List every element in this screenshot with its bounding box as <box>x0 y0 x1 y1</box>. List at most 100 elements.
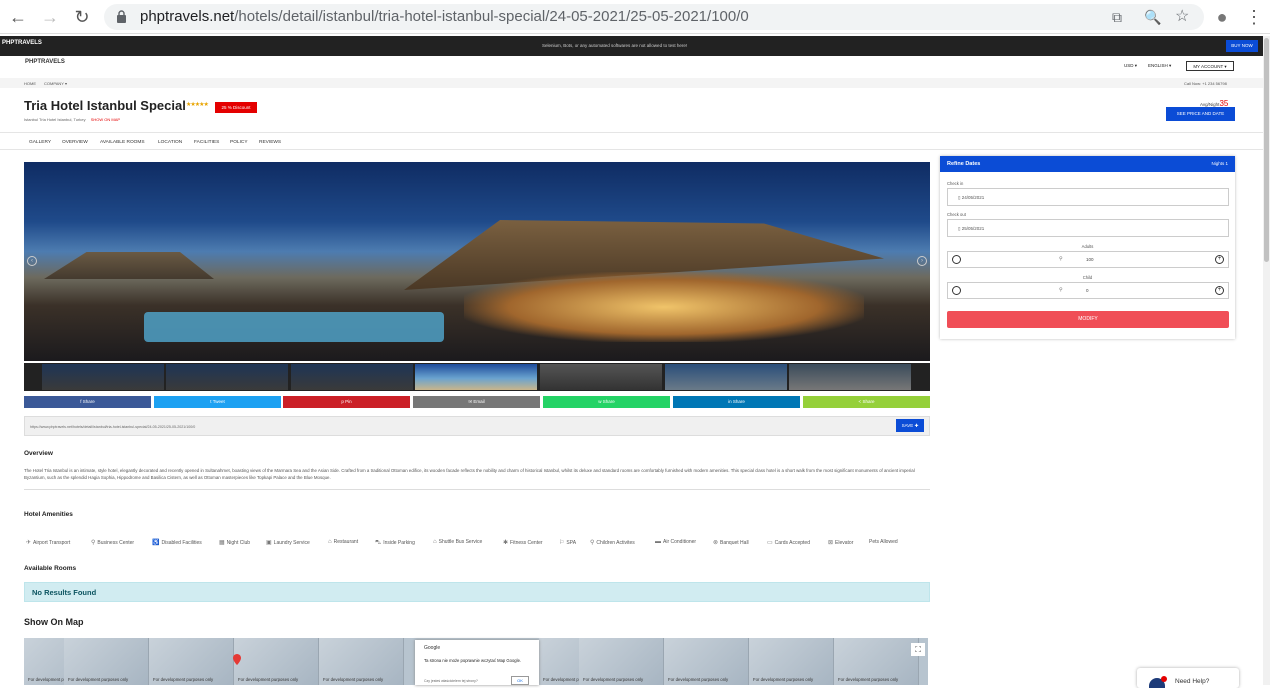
my-account-dropdown[interactable]: MY ACCOUNT ▾ <box>1186 61 1234 71</box>
show-on-map-link[interactable]: SHOW ON MAP <box>91 117 120 122</box>
amenity-laundry-service: ▣ Laundry Service <box>266 539 310 546</box>
share-email-button[interactable]: ✉ Email <box>413 396 540 408</box>
see-price-button[interactable]: SEE PRICE AND DATE <box>1166 107 1235 121</box>
nights-count: Nights 1 <box>1211 161 1228 166</box>
gallery-thumbnail-active[interactable] <box>415 364 537 390</box>
child-plus-button[interactable]: + <box>1215 286 1224 295</box>
share-pinterest-button[interactable]: p Pin <box>283 396 410 408</box>
gallery-thumbnail[interactable] <box>291 364 413 390</box>
adults-value[interactable]: 100 <box>1086 257 1094 262</box>
nav-home[interactable]: HOME <box>24 81 36 86</box>
facebook-icon: f <box>80 399 82 404</box>
currency-dropdown[interactable]: USD ▾ <box>1124 63 1137 69</box>
child-value[interactable]: 0 <box>1086 288 1089 293</box>
share-label: Share <box>82 399 95 404</box>
modify-button[interactable]: MODIFY <box>947 311 1229 328</box>
hotel-name: Tria Hotel Istanbul Special <box>24 98 186 113</box>
buy-now-button[interactable]: BUY NOW <box>1226 40 1258 52</box>
amenity-business-center: ⚲ Business Center <box>91 539 134 546</box>
gallery-thumbnail[interactable] <box>42 364 164 390</box>
map-tile: For development purposes only <box>749 638 834 685</box>
scrollbar-thumb[interactable] <box>1264 38 1269 262</box>
gallery-thumbnail[interactable] <box>789 364 911 390</box>
dialog-ok-button[interactable]: OK <box>511 676 529 685</box>
tab-location[interactable]: LOCATION <box>158 140 182 145</box>
overview-heading: Overview <box>24 450 53 457</box>
amenity-label: Laundry Service <box>273 540 310 546</box>
nav-company[interactable]: COMPANY ▾ <box>44 81 67 86</box>
share-whatsapp-button[interactable]: w Share <box>543 396 670 408</box>
share-label: Tweet <box>212 399 225 404</box>
amenity-label: Inside Parking <box>383 540 415 546</box>
adults-plus-button[interactable]: + <box>1215 255 1224 264</box>
tab-policy[interactable]: POLICY <box>230 140 248 145</box>
address-bar[interactable]: phptravels.net/hotels/detail/istanbul/tr… <box>104 4 1204 30</box>
share-generic-button[interactable]: < Share <box>803 396 930 408</box>
adults-minus-button[interactable] <box>952 255 961 264</box>
need-help-widget[interactable]: Need Help? <box>1137 668 1239 688</box>
gallery-prev-icon[interactable]: ‹ <box>27 256 37 266</box>
save-button[interactable]: SAVE ✚ <box>896 419 924 432</box>
share-facebook-button[interactable]: f Share <box>24 396 151 408</box>
url-path: /hotels/detail/istanbul/tria-hotel-istan… <box>234 8 749 25</box>
tab-overview[interactable]: OVERVIEW <box>62 140 88 145</box>
map-tile: For development purposes only <box>149 638 234 685</box>
back-button[interactable]: ← <box>8 7 28 27</box>
tab-reviews[interactable]: REVIEWS <box>259 140 281 145</box>
google-maps-error-dialog: Google Ta strona nie może poprawnie wczy… <box>415 640 539 685</box>
amenity-label: Children Activites <box>596 540 635 546</box>
no-results-alert: No Results Found <box>24 582 930 602</box>
parking-icon: ⛍ <box>375 540 382 546</box>
reload-button[interactable]: ↻ <box>72 7 92 27</box>
chat-icon <box>1149 676 1167 688</box>
overview-text: The Hotel Tria Istanbul is an intimate, … <box>24 468 915 480</box>
url-text: phptravels.net/hotels/detail/istanbul/tr… <box>140 8 749 25</box>
site-logo[interactable]: PHPTRAVELS <box>25 59 65 65</box>
tab-gallery[interactable]: GALLERY <box>29 140 51 145</box>
amenity-label: Air Conditioner <box>663 539 697 545</box>
checkout-field[interactable]: ▯ 25/05/2021 <box>947 219 1229 237</box>
gallery-next-icon[interactable]: › <box>917 256 927 266</box>
checkin-field[interactable]: ▯ 24/05/2021 <box>947 188 1229 206</box>
map-watermark: For development purposes only <box>668 677 729 682</box>
spa-icon: ⚐ <box>559 540 565 546</box>
language-dropdown[interactable]: ENGLISH ▾ <box>1148 63 1171 69</box>
amenity-airport-transport: ✈ Airport Transport <box>26 539 70 546</box>
forward-button[interactable]: → <box>40 7 60 27</box>
share-linkedin-button[interactable]: in Share <box>673 396 800 408</box>
map-watermark: For development purposes only <box>753 677 814 682</box>
amenity-disabled-facilities: ♿ Disabled Facilities <box>152 539 202 546</box>
amenity-banquet-hall: ⊗ Banquet Hall <box>713 539 749 546</box>
map-tile: For development purposes only <box>234 638 319 685</box>
laundry-icon: ▣ <box>266 540 272 546</box>
gallery-thumbnail[interactable] <box>166 364 288 390</box>
amenity-shuttle-bus: ⌂ Shuttle Bus Service <box>433 539 482 545</box>
need-help-label: Need Help? <box>1175 678 1210 685</box>
profile-icon[interactable]: ● <box>1212 7 1232 27</box>
zoom-icon[interactable]: 🔍 <box>1144 9 1161 26</box>
dialog-question-link[interactable]: Czy jesteś właścicielem tej strony? <box>424 679 478 683</box>
tab-available-rooms[interactable]: AVAILABLE ROOMS <box>100 140 145 145</box>
menu-icon[interactable]: ⋮ <box>1244 7 1264 27</box>
dialog-message: Ta strona nie może poprawnie wczytać Map… <box>424 658 522 663</box>
map-fullscreen-icon[interactable]: ⛶ <box>911 643 925 656</box>
discount-badge: 25 % Discount <box>215 102 257 113</box>
bookmark-star-icon[interactable]: ☆ <box>1175 6 1189 26</box>
gallery-thumbnail[interactable] <box>540 364 662 390</box>
amenity-label: Disabled Facilities <box>161 540 202 546</box>
child-minus-button[interactable] <box>952 286 961 295</box>
topbar-logo[interactable]: PHPTRAVELS <box>2 40 42 46</box>
amenity-label: Elevator <box>835 540 854 546</box>
gallery-scene-hut <box>44 252 214 279</box>
tab-facilities[interactable]: FACILITIES <box>194 140 219 145</box>
gallery-thumbnail[interactable] <box>665 364 787 390</box>
dialog-brand: Google <box>424 645 441 651</box>
amenity-label: Night Club <box>226 540 251 546</box>
map-marker-icon[interactable] <box>233 654 241 665</box>
share-twitter-button[interactable]: t Tweet <box>154 396 281 408</box>
translate-icon[interactable]: ⧉ <box>1112 9 1122 26</box>
adults-stepper: ⚲ 100 + <box>947 251 1229 268</box>
detail-tabs: GALLERY OVERVIEW AVAILABLE ROOMS LOCATIO… <box>0 132 1263 150</box>
share-url-field[interactable]: https://www.phptravels.net/hotels/detail… <box>24 416 930 436</box>
hotel-gallery-image[interactable]: ‹ › <box>24 162 930 361</box>
